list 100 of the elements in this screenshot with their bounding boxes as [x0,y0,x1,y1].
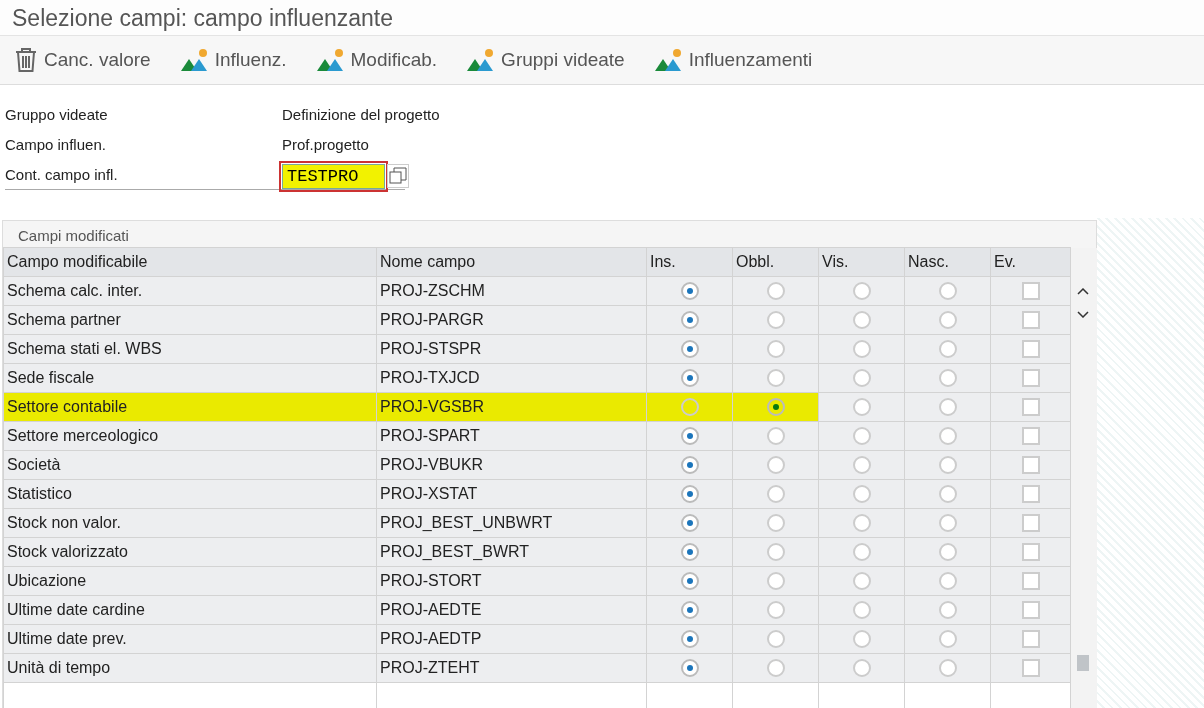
column-header: Ins. [646,247,733,277]
checkbox[interactable] [1021,398,1040,417]
radio-button[interactable] [938,514,957,533]
toolbar-button[interactable]: Modificab. [316,48,438,72]
toolbar-button[interactable]: Canc. valore [14,47,151,73]
radio-button[interactable] [680,514,699,533]
radio-button[interactable] [766,630,785,649]
radio-button[interactable] [852,572,871,591]
radio-button[interactable] [938,572,957,591]
radio-button[interactable] [766,572,785,591]
field-label: Cont. campo infl. [5,165,119,183]
toolbar-button[interactable]: Influenz. [180,48,287,72]
radio-button[interactable] [680,369,699,388]
radio-button[interactable] [852,485,871,504]
chevron-up-icon[interactable] [1077,288,1089,295]
checkbox[interactable] [1021,514,1040,533]
radio-button[interactable] [680,398,699,417]
radio-button[interactable] [680,282,699,301]
column-header: Nasc. [904,247,991,277]
radio-button[interactable] [766,659,785,678]
radio-button[interactable] [766,427,785,446]
table-cell: PROJ-TXJCD [376,363,647,393]
checkbox[interactable] [1021,543,1040,562]
input-field[interactable]: TESTPRO [282,163,385,189]
radio-button[interactable] [938,369,957,388]
radio-button[interactable] [938,311,957,330]
radio-button[interactable] [852,340,871,359]
toolbar-button[interactable]: Gruppi videate [467,48,625,72]
checkbox[interactable] [1021,601,1040,620]
radio-button[interactable] [766,340,785,359]
radio-button[interactable] [938,340,957,359]
checkbox[interactable] [1021,369,1040,388]
radio-button[interactable] [852,601,871,620]
radio-button[interactable] [938,630,957,649]
checkbox[interactable] [1021,340,1040,359]
radio-button[interactable] [938,659,957,678]
radio-button[interactable] [766,485,785,504]
radio-button[interactable] [852,630,871,649]
radio-button[interactable] [852,543,871,562]
table-cell: PROJ-SPART [376,421,647,451]
radio-button[interactable] [852,369,871,388]
radio-button[interactable] [680,311,699,330]
column-header: Obbl. [732,247,819,277]
table-cell: Ultime date cardine [3,595,377,625]
radio-button[interactable] [852,282,871,301]
radio-button[interactable] [938,398,957,417]
radio-button[interactable] [680,456,699,475]
radio-button[interactable] [938,282,957,301]
radio-button[interactable] [680,630,699,649]
radio-button[interactable] [852,456,871,475]
checkbox[interactable] [1021,311,1040,330]
radio-button[interactable] [680,340,699,359]
copy-button[interactable] [387,164,409,188]
checkbox[interactable] [1021,485,1040,504]
checkbox[interactable] [1021,630,1040,649]
chevron-down-icon[interactable] [1077,311,1089,318]
radio-button[interactable] [766,369,785,388]
checkbox[interactable] [1021,659,1040,678]
table-cell: PROJ-PARGR [376,305,647,335]
radio-button[interactable] [766,398,785,417]
table-cell: PROJ-ZTEHT [376,653,647,683]
radio-button[interactable] [852,514,871,533]
radio-button[interactable] [680,572,699,591]
table-cell: PROJ-VGSBR [376,392,647,422]
panel-title: Campi modificati [17,226,130,246]
table-cell: PROJ-AEDTE [376,595,647,625]
table-cell: Schema calc. inter. [3,276,377,306]
checkbox[interactable] [1021,427,1040,446]
radio-button[interactable] [766,601,785,620]
checkbox[interactable] [1021,456,1040,475]
radio-button[interactable] [938,456,957,475]
table-cell: Unità di tempo [3,653,377,683]
scrollbar-thumb[interactable] [1077,654,1089,671]
radio-button[interactable] [680,485,699,504]
radio-button[interactable] [938,543,957,562]
radio-button[interactable] [852,398,871,417]
radio-button[interactable] [766,514,785,533]
table-cell: Schema partner [3,305,377,335]
radio-button[interactable] [680,659,699,678]
radio-button[interactable] [938,485,957,504]
radio-button[interactable] [766,543,785,562]
radio-button[interactable] [852,659,871,678]
radio-button[interactable] [680,601,699,620]
toolbar-button[interactable]: Influenzamenti [654,48,813,72]
checkbox[interactable] [1021,572,1040,591]
checkbox[interactable] [1021,282,1040,301]
radio-button[interactable] [938,601,957,620]
field-value: Prof.progetto [282,135,369,153]
radio-button[interactable] [680,427,699,446]
radio-button[interactable] [766,456,785,475]
mountains-icon [180,48,209,72]
radio-button[interactable] [938,427,957,446]
radio-button[interactable] [766,311,785,330]
table-cell: Stock non valor. [3,508,377,538]
radio-button[interactable] [766,282,785,301]
table-cell: Settore merceologico [3,421,377,451]
radio-button[interactable] [852,427,871,446]
field-label: Campo influen. [5,135,107,153]
radio-button[interactable] [852,311,871,330]
radio-button[interactable] [680,543,699,562]
